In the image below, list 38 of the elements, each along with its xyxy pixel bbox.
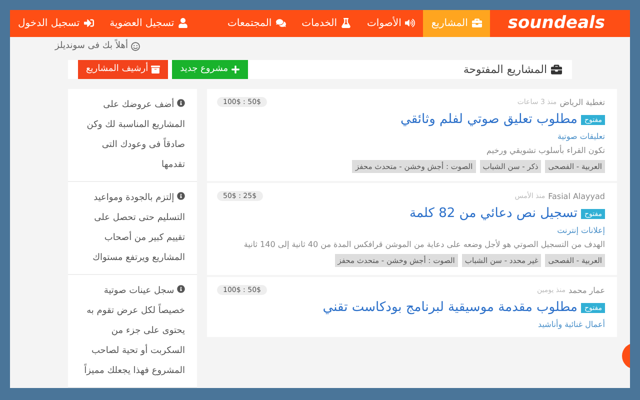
info-icon (177, 99, 185, 107)
author-name: تغطية الرياض (560, 98, 605, 106)
new-project-button[interactable]: مشروع جديد (172, 60, 248, 79)
category-link[interactable]: تعليقات صوتية (557, 132, 605, 141)
archive-icon (151, 64, 160, 74)
logo[interactable]: soundeals (508, 13, 605, 34)
page-title: المشاريع المفتوحة (463, 62, 547, 76)
briefcase-icon (551, 64, 562, 75)
project-description: الهدف من التسجيل الصوتي هو لأجل وضعه على دعاية من الموشن قرافكس المدة من 40 ثانية إلى 140 ثانية (244, 240, 605, 249)
project-title[interactable]: تسجيل نص دعائي من 82 كلمة (410, 206, 578, 221)
smiley-icon (131, 42, 140, 51)
nav-link[interactable]: تسجيل الدخول (10, 10, 102, 37)
welcome-text: أهلاً بك فى سونديلز (55, 41, 128, 52)
plus-icon (231, 64, 240, 74)
project-title[interactable]: مطلوب مقدمة موسيقية لبرنامج بودكاست تقني (322, 300, 578, 315)
nav-link[interactable]: تسجيل العضوية (102, 10, 196, 37)
nav-link[interactable]: المجتمعات (220, 10, 294, 37)
author-name: عمار محمد (568, 286, 605, 294)
category-link[interactable]: أعمال غنائية وأناشيد (538, 320, 605, 329)
flask-icon (341, 18, 352, 28)
nav-link[interactable]: الخدمات (294, 10, 360, 37)
nav-link[interactable]: الأصوات (359, 10, 424, 37)
archive-button[interactable]: أرشيف المشاريع (78, 60, 168, 79)
tip-text: إلتزم بالجودة ومواعيد التسليم حتى تحصل على تقييم كبير من أصحاب المشاريع ويرتفع مستواك (68, 182, 197, 275)
tip-text: سجل عينات صوتية خصيصاً لكل عرض تقوم به يحتوى على جزء من السكربت أو تحية لصاحب المشروع فهذا يجعلك مميزاً (68, 275, 197, 388)
project-description: تكون القراء بأسلوب تشويقي ورخيم (486, 146, 605, 155)
briefcase-icon (472, 18, 482, 28)
sign-in-icon (84, 18, 94, 28)
chat-bubbles-icon (276, 18, 286, 28)
info-icon (177, 192, 185, 200)
tip-text: أضف عروضك على المشاريع المناسبة لك وكن صادقاً فى وعودك التى تقدمها (68, 89, 197, 182)
author-name: Fasial Alayyad (548, 192, 605, 200)
nav-link[interactable]: المشاريع (423, 10, 490, 37)
user-icon (178, 18, 188, 28)
speaker-icon (405, 18, 416, 28)
category-link[interactable]: إعلانات إنترنت (557, 226, 605, 235)
info-icon (177, 285, 185, 293)
project-title[interactable]: مطلوب تعليق صوتي لفلم وثائقي (400, 112, 578, 127)
